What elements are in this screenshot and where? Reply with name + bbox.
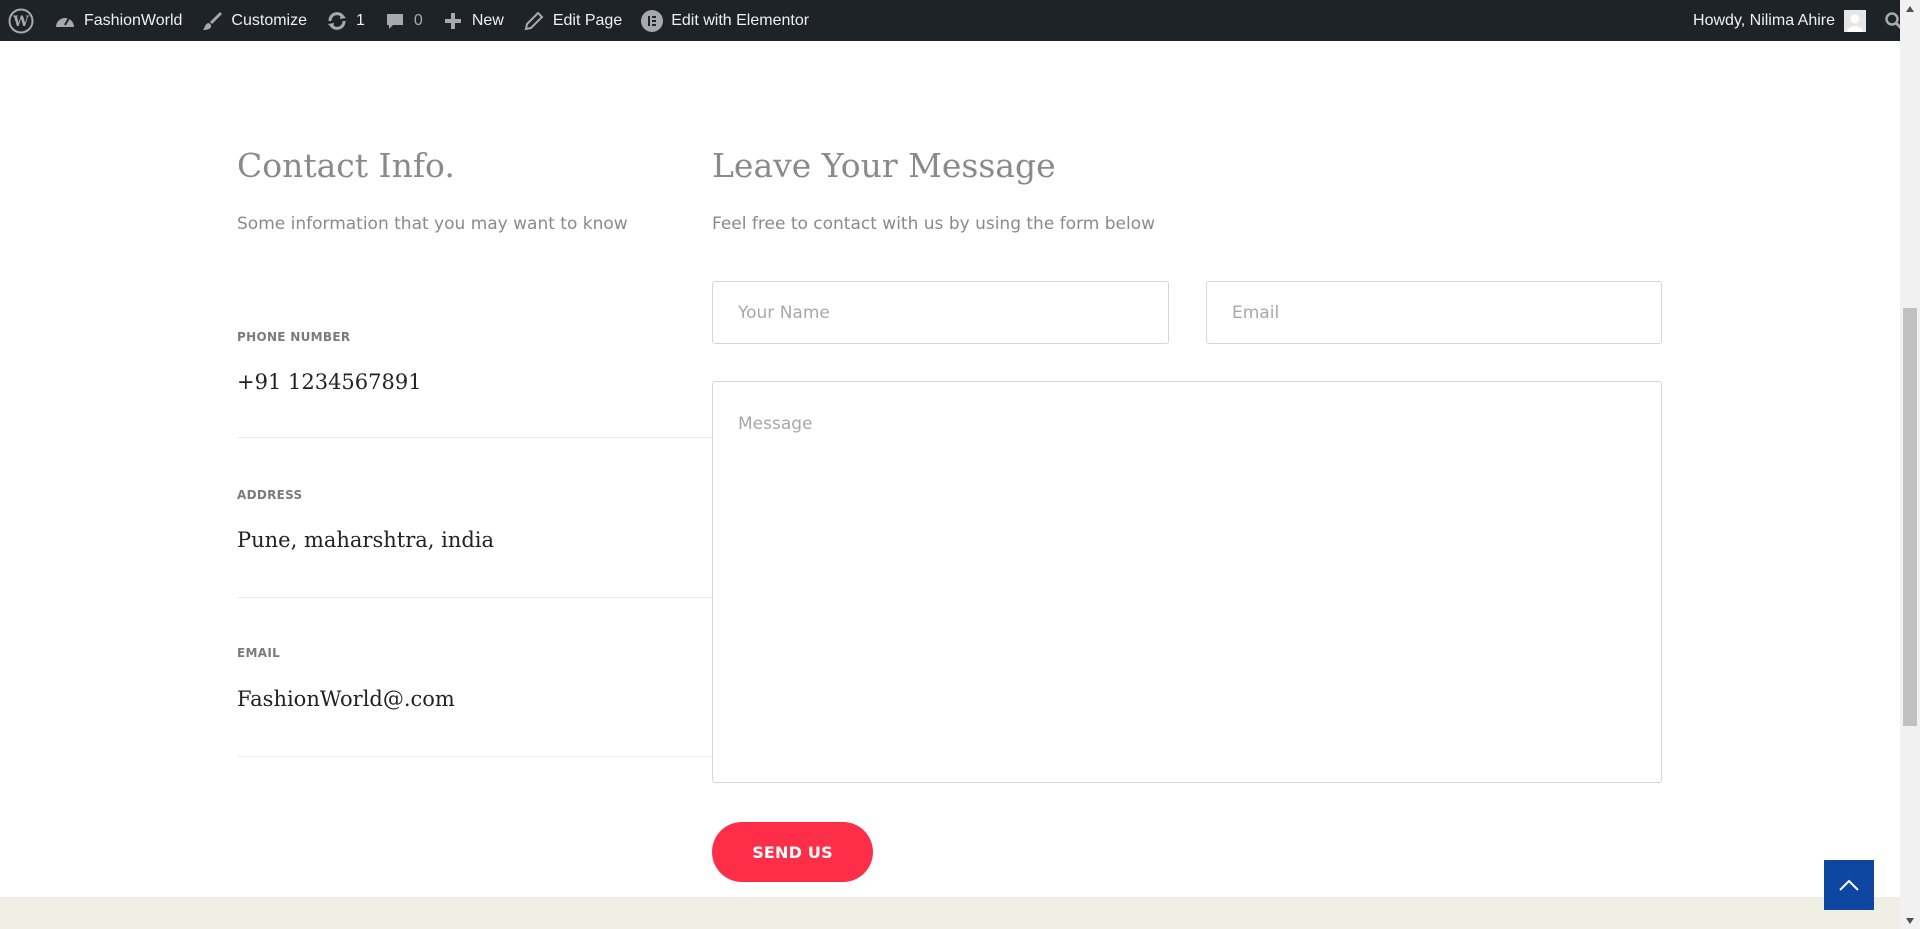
new-content-menu[interactable]: New <box>432 0 513 41</box>
info-divider <box>237 597 712 598</box>
footer-strip <box>0 897 1900 929</box>
info-divider <box>237 437 712 438</box>
info-divider <box>237 756 712 757</box>
pencil-icon <box>522 9 546 33</box>
dashboard-icon <box>53 9 77 33</box>
comment-icon <box>383 9 407 33</box>
comments-link[interactable]: 0 <box>374 0 432 41</box>
elementor-icon <box>640 9 664 33</box>
avatar-icon <box>1844 9 1866 32</box>
my-account-menu[interactable]: Howdy, Nilima Ahire <box>1684 0 1875 41</box>
svg-text:W: W <box>12 14 29 30</box>
updates-link[interactable]: 1 <box>316 0 374 41</box>
phone-label: PHONE NUMBER <box>237 330 351 344</box>
admin-bar: W FashionWorld Customize 1 0 New Edit Pa… <box>0 0 1920 41</box>
email-label: EMAIL <box>237 646 281 660</box>
greeting-label: Howdy, Nilima Ahire <box>1693 11 1835 29</box>
updates-count: 1 <box>356 11 365 29</box>
edit-elementor-label: Edit with Elementor <box>671 11 810 29</box>
new-label: New <box>471 11 504 29</box>
customize-label: Customize <box>231 11 307 29</box>
contact-info-title: Contact Info. <box>237 146 455 185</box>
wp-logo-menu[interactable]: W <box>0 0 44 41</box>
email-input[interactable] <box>1206 281 1662 344</box>
contact-info-subtitle: Some information that you may want to kn… <box>237 214 628 234</box>
edit-page-label: Edit Page <box>552 11 623 29</box>
email-value: FashionWorld@.com <box>237 687 455 711</box>
message-form-title: Leave Your Message <box>712 146 1056 185</box>
name-input[interactable] <box>712 281 1169 344</box>
customize-link[interactable]: Customize <box>191 0 316 41</box>
scrollbar-thumb[interactable] <box>1903 308 1917 726</box>
phone-value: +91 1234567891 <box>237 370 422 394</box>
address-label: ADDRESS <box>237 488 303 502</box>
edit-page-link[interactable]: Edit Page <box>513 0 631 41</box>
send-us-button[interactable]: SEND US <box>712 822 873 882</box>
edit-elementor-link[interactable]: Edit with Elementor <box>631 0 818 41</box>
message-textarea[interactable] <box>712 381 1662 783</box>
scroll-up-arrow[interactable] <box>1900 0 1920 17</box>
address-value: Pune, maharshtra, india <box>237 528 495 552</box>
plus-icon <box>441 9 465 33</box>
chevron-up-icon <box>1838 878 1860 892</box>
scroll-to-top-button[interactable] <box>1824 860 1874 910</box>
site-name-menu[interactable]: FashionWorld <box>44 0 191 41</box>
wordpress-icon: W <box>8 8 34 34</box>
site-name-label: FashionWorld <box>84 11 183 29</box>
updates-icon <box>325 9 349 33</box>
message-form-subtitle: Feel free to contact with us by using th… <box>712 214 1156 234</box>
comments-count: 0 <box>413 11 423 29</box>
brush-icon <box>200 9 224 33</box>
scroll-down-arrow[interactable] <box>1900 912 1920 929</box>
